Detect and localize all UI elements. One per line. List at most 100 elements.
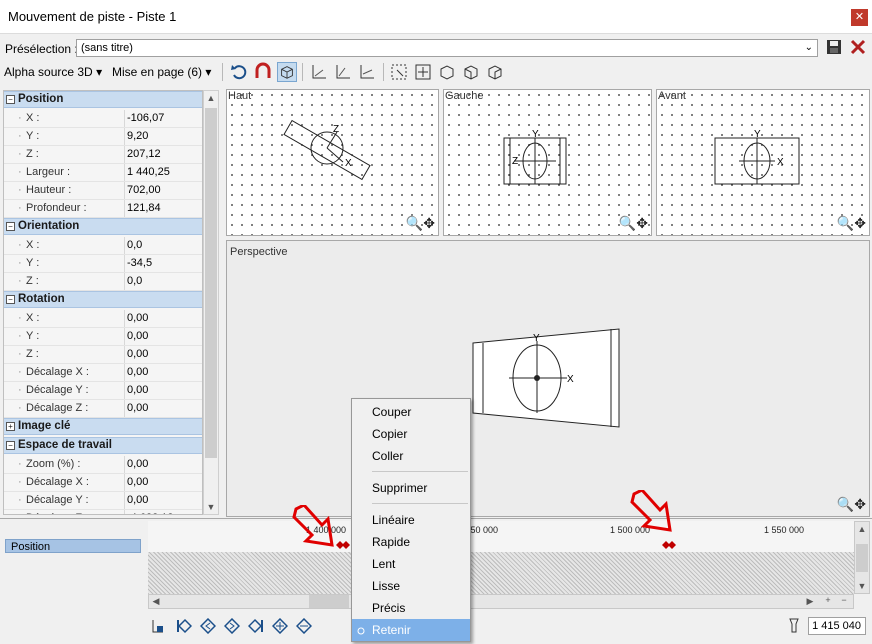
scroll-left-icon[interactable]: ◀ [149,596,163,607]
undo-icon[interactable] [229,62,249,82]
lock-icon[interactable] [150,618,166,634]
collapse-icon[interactable]: − [6,95,15,104]
menu-item-delete[interactable]: Supprimer [352,477,470,499]
property-row[interactable]: Profondeur :121,84 [4,200,202,218]
view-left-icon[interactable] [461,62,481,82]
property-row[interactable]: Décalage X :0,00 [4,474,202,492]
property-row[interactable]: Zoom (%) :0,00 [4,456,202,474]
viewport-top[interactable]: Haut Z X 🔍✥ [226,89,439,236]
collapse-icon[interactable]: − [6,441,15,450]
cursor-position-field[interactable]: 1 415 040 [808,617,866,635]
scrollbar-thumb[interactable] [309,595,349,608]
alpha-source-dropdown[interactable]: Alpha source 3D ▾ [4,65,102,79]
select-icon[interactable] [389,62,409,82]
property-value[interactable]: 0,00 [124,382,202,399]
property-value[interactable]: -34,5 [124,255,202,272]
collapse-icon[interactable]: − [6,222,15,231]
save-icon[interactable] [826,38,842,56]
property-row[interactable]: Y :9,20 [4,128,202,146]
axis-xy-icon[interactable] [309,62,329,82]
scrollbar-thumb[interactable] [205,108,217,458]
property-value[interactable]: 702,00 [124,182,202,199]
close-button[interactable]: ✕ [851,9,868,26]
scroll-up-icon[interactable]: ▲ [855,524,869,534]
property-row[interactable]: Z :207,12 [4,146,202,164]
property-value[interactable]: 0,00 [124,346,202,363]
property-value[interactable]: 0,00 [124,456,202,473]
property-value[interactable]: 1 440,25 [124,164,202,181]
property-row[interactable]: Largeur :1 440,25 [4,164,202,182]
property-row[interactable]: X :0,0 [4,237,202,255]
zoom-icon[interactable]: 🔍✥ [837,215,866,232]
property-value[interactable]: 0,0 [124,237,202,254]
scroll-down-icon[interactable]: ▼ [204,502,218,512]
property-value[interactable]: 207,12 [124,146,202,163]
property-row[interactable]: Décalage Y :0,00 [4,382,202,400]
zoom-out-icon[interactable]: − [837,595,851,605]
next-keyframe-icon[interactable] [224,618,240,634]
first-keyframe-icon[interactable] [176,618,192,634]
track-label[interactable]: Position [5,539,141,553]
property-value[interactable]: 0,00 [124,328,202,345]
menu-item-smooth[interactable]: Lisse [352,575,470,597]
property-row[interactable]: Décalage Z :0,00 [4,400,202,418]
category-workspace[interactable]: − Espace de travail [4,437,202,454]
menu-item-hold[interactable]: Retenir [352,619,470,641]
keyframe-marker[interactable] [336,540,350,550]
viewport-left[interactable]: Gauche Y Z 🔍✥ [443,89,652,236]
menu-item-slow[interactable]: Lent [352,553,470,575]
axis-xz-icon[interactable] [333,62,353,82]
property-value[interactable]: 0,00 [124,474,202,491]
menu-item-sharp[interactable]: Précis [352,597,470,619]
category-orientation[interactable]: − Orientation [4,218,202,235]
preset-combobox[interactable]: (sans titre) ⌄ [76,39,818,57]
scrollbar-thumb[interactable] [856,544,868,572]
menu-item-copy[interactable]: Copier [352,423,470,445]
keyframe-marker[interactable] [662,540,676,550]
view-top-icon[interactable] [437,62,457,82]
property-value[interactable]: 0,00 [124,492,202,509]
track-lane[interactable] [148,552,854,594]
viewport-front[interactable]: Avant Y X 🔍✥ [656,89,870,236]
remove-keyframe-icon[interactable] [296,618,312,634]
category-keyframe[interactable]: + Image clé [4,418,202,435]
magnet-icon[interactable] [253,62,273,82]
viewport-perspective[interactable]: Perspective Y X 🔍✥ [226,240,870,517]
cube-icon[interactable] [277,62,297,82]
property-row[interactable]: Décalage X :0,00 [4,364,202,382]
timeline-hscrollbar[interactable]: ◀ ▶ + − [148,594,854,609]
property-row[interactable]: Y :0,00 [4,328,202,346]
property-value[interactable]: -106,07 [124,110,202,127]
zoom-icon[interactable]: 🔍✥ [619,215,648,232]
property-row[interactable]: Z :0,00 [4,346,202,364]
menu-item-linear[interactable]: Linéaire [352,509,470,531]
property-row[interactable]: Hauteur :702,00 [4,182,202,200]
property-value[interactable]: 9,20 [124,128,202,145]
zoom-icon[interactable]: 🔍✥ [406,215,435,232]
property-row[interactable]: Z :0,0 [4,273,202,291]
add-keyframe-icon[interactable] [272,618,288,634]
category-rotation[interactable]: − Rotation [4,291,202,308]
menu-item-paste[interactable]: Coller [352,445,470,467]
time-ruler[interactable]: 1 400 000 1 450 000 1 500 000 1 550 000 [148,521,854,540]
property-value[interactable]: 0,00 [124,364,202,381]
property-value[interactable]: 121,84 [124,200,202,217]
property-row[interactable]: Y :-34,5 [4,255,202,273]
expand-icon[interactable]: + [6,422,15,431]
property-row[interactable]: Décalage Y :0,00 [4,492,202,510]
scroll-right-icon[interactable]: ▶ [803,596,817,607]
keyframe-band[interactable] [148,539,854,552]
move-icon[interactable] [413,62,433,82]
timeline-vscrollbar[interactable]: ▲ ▼ [854,521,870,594]
property-row[interactable]: Décalage Z :-4 632,13 [4,510,202,514]
scroll-up-icon[interactable]: ▲ [204,93,218,103]
property-row[interactable]: X :-106,07 [4,110,202,128]
view-front-icon[interactable] [485,62,505,82]
menu-item-cut[interactable]: Couper [352,401,470,423]
property-value[interactable]: 0,0 [124,273,202,290]
property-value[interactable]: 0,00 [124,310,202,327]
previous-keyframe-icon[interactable] [200,618,216,634]
property-value[interactable]: -4 632,13 [124,510,202,514]
category-position[interactable]: − Position [4,91,202,108]
zoom-icon[interactable]: 🔍✥ [837,496,866,513]
